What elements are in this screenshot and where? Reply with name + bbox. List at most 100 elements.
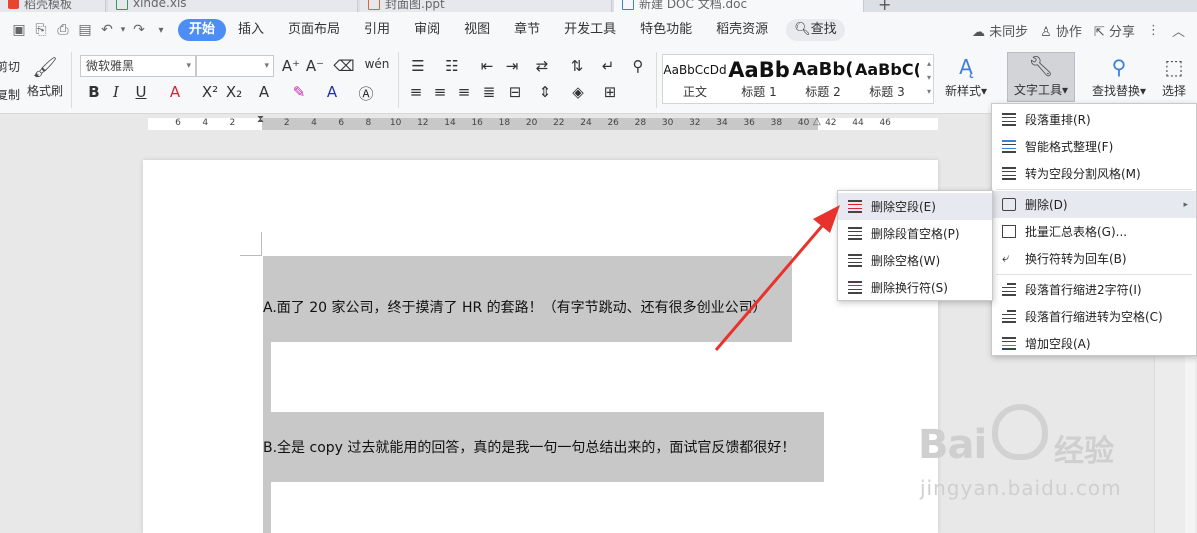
sync-button[interactable]: ☁ 未同步	[972, 21, 1028, 40]
select-cursor-icon: ⬚	[1164, 55, 1184, 79]
phonetic-guide-icon[interactable]: wén	[362, 57, 392, 71]
borders-icon[interactable]: ⊞	[598, 83, 622, 101]
menu-item-empty-para-split[interactable]: 转为空段分割风格(M)	[992, 160, 1196, 187]
more-icon[interactable]: ⋮	[1147, 23, 1160, 38]
numbered-list-icon[interactable]: ☷	[440, 57, 464, 75]
menu-item-delete-leading-spaces[interactable]: 删除段首空格(P)	[838, 220, 992, 247]
menu-item-delete-spaces[interactable]: 删除空格(W)	[838, 247, 992, 274]
style-heading-1[interactable]: AaBb 标题 1	[727, 55, 791, 103]
italic-icon[interactable]: I	[104, 83, 128, 101]
highlight-color-icon[interactable]: ✎	[287, 83, 311, 101]
menu-review[interactable]: 审阅	[402, 19, 452, 41]
menu-page-layout[interactable]: 页面布局	[276, 19, 352, 41]
tab-ppt[interactable]: 封面图.ppt	[360, 0, 612, 12]
print-preview-icon[interactable]: ▤	[74, 19, 96, 41]
tab-xls[interactable]: xlnde.xls	[108, 0, 358, 12]
menu-item-indent-to-spaces[interactable]: 段落首行缩进转为空格(C)	[992, 303, 1196, 330]
align-center-icon[interactable]: ≡	[428, 83, 452, 101]
ruler-tick-label: 26	[607, 118, 619, 128]
menu-item-delete-linebreak[interactable]: 删除换行符(S)	[838, 274, 992, 301]
style-heading-3[interactable]: AaBbC( 标题 3	[855, 55, 919, 103]
styles-scroll-icon[interactable]: ▴ ▾ ▾	[927, 57, 931, 99]
subscript-icon[interactable]: X₂	[222, 83, 246, 101]
select-button[interactable]: ⬚ 选择	[1156, 54, 1192, 99]
collapse-ribbon-icon[interactable]: ︿	[1172, 21, 1185, 40]
find-button[interactable]: 🔍︎查找	[786, 19, 845, 41]
find-in-para-icon[interactable]: ⚲	[626, 57, 650, 75]
strikethrough-icon[interactable]: A	[163, 83, 187, 101]
save-icon[interactable]: ▣	[8, 19, 30, 41]
new-style-button[interactable]: Ą 新样式▾	[942, 54, 990, 99]
menu-item-linebreak-to-enter[interactable]: ⤶ 换行符转为回车(B)	[992, 245, 1196, 272]
menu-item-delete[interactable]: 删除(D) ▸	[992, 191, 1196, 218]
underline-icon[interactable]: U	[129, 83, 153, 101]
new-tab-icon[interactable]: +	[878, 0, 891, 12]
style-normal[interactable]: AaBbCcDd 正文	[663, 55, 727, 103]
text-effect-icon[interactable]: A	[252, 83, 276, 101]
distributed-icon[interactable]: ⊟	[503, 83, 527, 101]
undo-dropdown-icon[interactable]: ▾	[118, 19, 128, 41]
tab-doc[interactable]: 新建 DOC 文档.doc	[614, 0, 864, 12]
menu-references[interactable]: 引用	[352, 19, 402, 41]
margin-corner-mark	[240, 232, 262, 256]
export-icon[interactable]: ⎘	[30, 19, 52, 41]
superscript-icon[interactable]: X²	[198, 83, 222, 101]
menu-item-paragraph-rearrange[interactable]: 段落重排(R)	[992, 106, 1196, 133]
menu-item-label: 转为空段分割风格(M)	[1025, 167, 1141, 181]
watermark-brand2: 经验	[1054, 434, 1114, 469]
menu-section[interactable]: 章节	[502, 19, 552, 41]
baidu-jingyan-watermark: Bai 经验 jingyan.baidu.com	[918, 400, 1158, 510]
redo-icon[interactable]: ↷	[128, 19, 150, 41]
increase-indent-icon[interactable]: ⇥	[500, 57, 524, 75]
menu-home[interactable]: 开始	[178, 19, 227, 41]
text-direction-icon[interactable]: ⇄	[530, 57, 554, 75]
menu-features[interactable]: 特色功能	[628, 19, 704, 41]
justify-icon[interactable]: ≣	[477, 83, 501, 101]
shading-icon[interactable]: ◈	[566, 83, 590, 101]
find-replace-button[interactable]: ⚲ 查找替换▾	[1086, 54, 1152, 99]
menu-item-add-empty-para[interactable]: 增加空段(A)	[992, 330, 1196, 357]
paragraph-a[interactable]: A.面了 20 家公司，终于摸清了 HR 的套路！（有字节跳动、还有很多创业公司…	[263, 297, 767, 317]
quick-access-dropdown-icon[interactable]: ▾	[150, 19, 172, 41]
decrease-indent-icon[interactable]: ⇤	[475, 57, 499, 75]
ruler-tick-label: 36	[743, 118, 755, 128]
char-border-icon[interactable]: Ⓐ	[354, 83, 378, 104]
style-heading-2[interactable]: AaBb( 标题 2	[791, 55, 855, 103]
document-file-icon	[622, 0, 634, 10]
menu-daoke-resources[interactable]: 稻壳资源	[704, 19, 780, 41]
style-name: 标题 1	[741, 85, 777, 99]
bullet-list-icon[interactable]: ☰	[406, 57, 430, 75]
menu-item-smart-format[interactable]: 智能格式整理(F)	[992, 133, 1196, 160]
font-size-select[interactable]: ▾	[196, 55, 274, 77]
menu-developer[interactable]: 开发工具	[552, 19, 628, 41]
line-spacing-icon[interactable]: ⇕	[533, 83, 557, 101]
share-button[interactable]: ⇱ 分享	[1094, 21, 1135, 40]
menu-item-delete-empty-para[interactable]: 删除空段(E)	[838, 193, 992, 220]
menu-view[interactable]: 视图	[452, 19, 502, 41]
font-name-select[interactable]: 微软雅黑 ▾	[80, 55, 196, 77]
menu-insert[interactable]: 插入	[226, 19, 276, 41]
sort-icon[interactable]: ⇅	[565, 57, 589, 75]
format-painter-button[interactable]: 🖌︎ 格式刷	[26, 54, 64, 99]
right-indent-marker-icon[interactable]: △	[813, 116, 821, 127]
text-tools-button[interactable]: 🔧︎ 文字工具▾	[1007, 52, 1075, 102]
show-marks-icon[interactable]: ↵	[596, 57, 620, 75]
font-color-icon[interactable]: A	[320, 83, 344, 101]
print-icon[interactable]: ⎙	[52, 19, 74, 41]
clear-format-icon[interactable]: ⌫	[332, 57, 356, 75]
cut-button[interactable]: 剪切	[0, 58, 20, 75]
menu-item-indent-2-chars[interactable]: 段落首行缩进2字符(I)	[992, 276, 1196, 303]
copy-button[interactable]: 复制	[0, 86, 20, 103]
paragraph-b[interactable]: B.全是 copy 过去就能用的回答，真的是我一句一句总结出来的，面试官反馈都很…	[263, 437, 795, 457]
menu-item-batch-table[interactable]: 批量汇总表格(G)...	[992, 218, 1196, 245]
undo-icon[interactable]: ↶	[96, 19, 118, 41]
align-left-icon[interactable]: ≡	[404, 83, 428, 101]
align-right-icon[interactable]: ≡	[452, 83, 476, 101]
bold-icon[interactable]: B	[82, 83, 106, 101]
grow-font-icon[interactable]: A⁺	[279, 57, 303, 75]
group-divider	[656, 52, 657, 108]
indent-marker-icon[interactable]: ⧗	[257, 114, 264, 125]
collab-button[interactable]: ♙ 协作	[1040, 21, 1082, 40]
tab-daoke-templates[interactable]: 稻壳模板	[0, 0, 106, 12]
shrink-font-icon[interactable]: A⁻	[303, 57, 327, 75]
